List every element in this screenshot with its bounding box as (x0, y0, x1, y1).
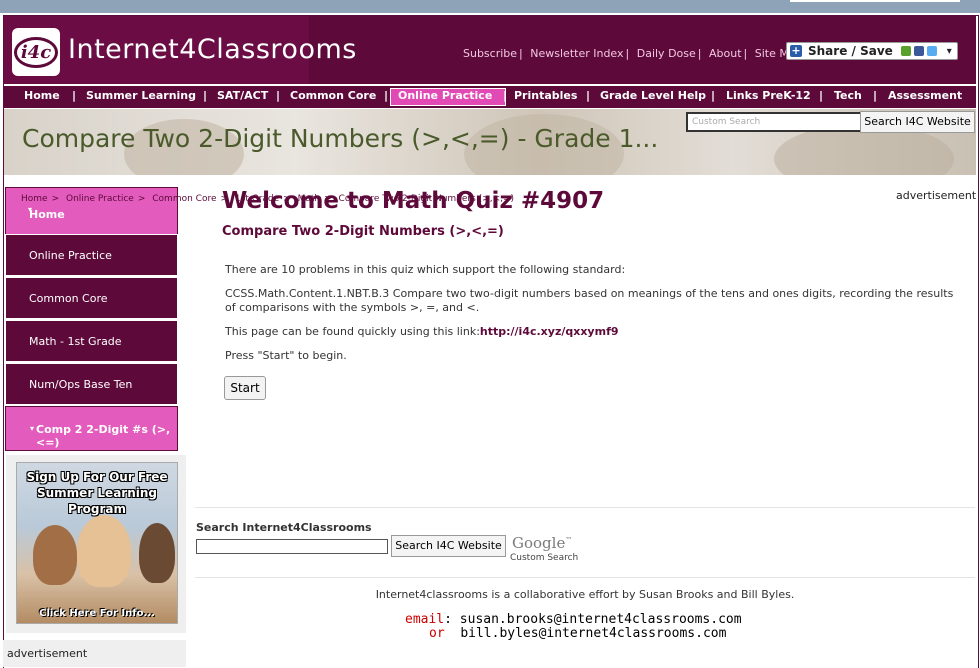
nav-separator: | (873, 89, 878, 102)
divider (195, 507, 975, 508)
logo-badge-icon: i4c (12, 28, 60, 76)
quiz-intro: There are 10 problems in this quiz which… (225, 263, 626, 276)
chevron-down-icon: ▾ (946, 45, 952, 57)
sidebar-item-label: Num/Ops Base Ten (29, 378, 133, 391)
nav-separator: | (276, 89, 281, 102)
nav-separator: | (711, 89, 716, 102)
nav-printables[interactable]: Printables (514, 89, 577, 102)
nav-separator: | (819, 89, 824, 102)
quiz-standard: CCSS.Math.Content.1.NBT.B.3 Compare two … (225, 287, 954, 314)
site-search-button[interactable]: Search I4C Website (391, 535, 506, 557)
share-save-button[interactable]: + Share / Save ▾ (786, 42, 958, 60)
nav-summer-learning[interactable]: Summer Learning (86, 89, 196, 102)
promo-headline: Sign Up For Our Free Summer Learning Pro… (26, 470, 168, 516)
site-search-input[interactable] (196, 539, 388, 554)
footer-credit: Internet4classrooms is a collaborative e… (375, 588, 795, 601)
breadcrumb-online-practice[interactable]: Online Practice (66, 194, 134, 204)
twitter-icon (926, 46, 937, 56)
nav-separator: | (72, 89, 77, 102)
top-link-about[interactable]: About (709, 47, 742, 60)
google-logo-text: Google (512, 534, 566, 552)
promo-cta: Click Here For Info... (39, 608, 155, 619)
breadcrumb-common-core[interactable]: Common Core (152, 194, 216, 204)
sidebar-item-label: Comp 2 2-Digit #s (>,<=) (36, 423, 171, 449)
quiz-link-line: This page can be found quickly using thi… (225, 325, 619, 339)
email-label: email (405, 612, 445, 627)
nav-grade-level-help[interactable]: Grade Level Help (600, 89, 706, 102)
nav-assessment[interactable]: Assessment (888, 89, 962, 102)
summer-program-promo[interactable]: Sign Up For Our Free Summer Learning Pro… (6, 455, 186, 633)
email-address-1[interactable]: susan.brooks@internet4classrooms.com (460, 612, 742, 627)
quiz-title: Welcome to Math Quiz #4907 (222, 188, 605, 214)
quiz-link-text: This page can be found quickly using thi… (225, 325, 480, 338)
logo-badge-text: i4c (13, 36, 59, 68)
nav-separator: | (384, 89, 389, 102)
nav-separator: | (586, 89, 591, 102)
main-nav: Home | Summer Learning | SAT/ACT | Commo… (4, 85, 976, 109)
top-strip-field (790, 0, 960, 2)
browser-top-strip (0, 0, 980, 13)
sidebar-item-num-ops-base-ten[interactable]: Num/Ops Base Ten (5, 363, 178, 405)
top-links: Subscribe | Newsletter Index | Daily Dose |… (463, 47, 803, 60)
nav-separator: | (203, 89, 208, 102)
google-trademark: ™ (565, 536, 573, 544)
quiz-press-start: Press "Start" to begin. (225, 349, 347, 362)
sidebar-item-label: Home (29, 208, 65, 221)
divider (195, 577, 975, 578)
advertisement-label: advertisement (7, 647, 88, 660)
chevron-down-icon: ▾ (30, 424, 35, 433)
top-link-daily-dose[interactable]: Daily Dose (637, 47, 696, 60)
nav-sat-act[interactable]: SAT/ACT (217, 89, 268, 102)
share-save-label: Share / Save (808, 44, 893, 58)
chevron-down-icon: ▾ (28, 205, 33, 214)
nav-online-practice[interactable]: Online Practice (398, 89, 492, 102)
sidebar-item-online-practice[interactable]: Online Practice (5, 234, 178, 276)
sidebar-item-math-1st-grade[interactable]: Math - 1st Grade (5, 320, 178, 362)
breadcrumb-home[interactable]: Home (21, 194, 48, 204)
sidebar-item-label: Online Practice (29, 249, 112, 262)
footer-email-1: email: susan.brooks@internet4classrooms.… (405, 612, 742, 627)
email-share-icon (900, 46, 911, 56)
site-search-label: Search Internet4Classrooms (196, 521, 372, 534)
google-logo: Google™ (512, 534, 572, 552)
google-custom-search-caption: Custom Search (510, 553, 579, 563)
email-address-2[interactable]: bill.byles@internet4classrooms.com (460, 626, 726, 641)
plus-icon: + (790, 44, 802, 57)
quiz-subtitle: Compare Two 2-Digit Numbers (>,<,=) (222, 224, 504, 239)
sidebar-item-label: Math - 1st Grade (29, 335, 122, 348)
logo-text: Internet4Classrooms (68, 34, 357, 65)
sidebar-item-common-core[interactable]: Common Core (5, 277, 178, 319)
footer-email-2: or bill.byles@internet4classrooms.com (429, 626, 726, 641)
logo-panel[interactable]: i4c Internet4Classrooms (4, 16, 356, 84)
top-link-subscribe[interactable]: Subscribe (463, 47, 517, 60)
start-button[interactable]: Start (224, 376, 266, 400)
quiz-short-link[interactable]: http://i4c.xyz/qxxymf9 (480, 325, 619, 338)
nav-separator: | (503, 89, 508, 102)
page-title: Compare Two 2-Digit Numbers (>,<,=) - Gr… (22, 124, 659, 153)
facebook-icon (913, 46, 924, 56)
top-link-newsletter[interactable]: Newsletter Index (530, 47, 623, 60)
nav-links-prek-12[interactable]: Links PreK-12 (726, 89, 811, 102)
nav-tech[interactable]: Tech (834, 89, 862, 102)
nav-common-core[interactable]: Common Core (290, 89, 376, 102)
banner-search-input[interactable]: Custom Search (686, 112, 862, 132)
sidebar-item-label: Common Core (29, 292, 108, 305)
banner-search-button[interactable]: Search I4C Website (860, 111, 975, 133)
or-label: or (429, 626, 445, 641)
promo-image: Sign Up For Our Free Summer Learning Pro… (16, 462, 178, 624)
right-advertisement: advertisement (896, 189, 977, 202)
left-advertisement: advertisement (3, 640, 186, 667)
nav-home[interactable]: Home (24, 89, 60, 102)
